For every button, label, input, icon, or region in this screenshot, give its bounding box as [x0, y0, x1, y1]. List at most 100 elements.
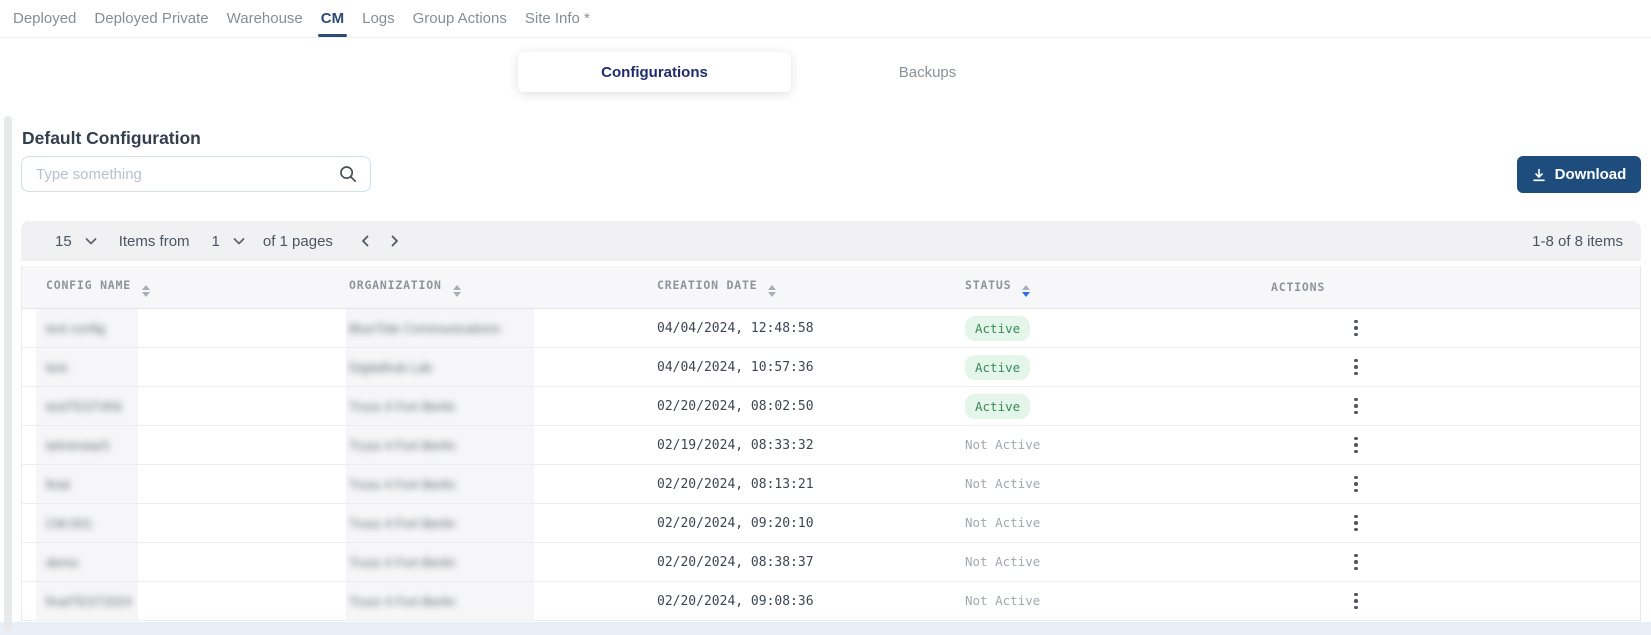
redacted-region: test config	[36, 309, 138, 347]
creation-date-cell: 02/20/2024, 09:20:10	[633, 503, 941, 543]
redacted-region: finalTEST2024	[36, 582, 138, 620]
page-size-dropdown[interactable]: 15	[55, 233, 97, 250]
status-badge: Not Active	[965, 515, 1041, 530]
configurations-table: CONFIG NAME ORGANIZATION CREATION DATE STAT…	[21, 266, 1641, 621]
redacted-region: Truss 4 Fort Berlin	[346, 426, 534, 464]
organization-text: Truss 4 Fort Berlin	[349, 593, 456, 609]
nav-item-deployed-private[interactable]: Deployed Private	[94, 1, 208, 37]
config-name-cell: CM-001	[22, 503, 325, 543]
row-actions-menu-button[interactable]	[1349, 354, 1363, 381]
config-name-cell: finalTEST2024	[22, 581, 325, 621]
prev-page-button[interactable]	[357, 231, 373, 251]
organization-cell: BlueTide Communications	[325, 308, 633, 348]
creation-date-cell: 02/20/2024, 08:13:21	[633, 464, 941, 504]
creation-date-cell: 04/04/2024, 10:57:36	[633, 347, 941, 387]
status-badge: Active	[965, 354, 1031, 380]
redacted-region: telminstar5	[36, 426, 138, 464]
search-icon[interactable]	[338, 164, 358, 184]
status-cell: Not Active	[941, 542, 1247, 582]
row-actions-menu-button[interactable]	[1349, 549, 1363, 576]
row-actions-menu-button[interactable]	[1349, 393, 1363, 420]
status-badge: Not Active	[965, 554, 1041, 569]
config-name-cell: telminstar5	[22, 425, 325, 465]
page-number-value: 1	[211, 232, 220, 250]
table-row: demo Truss 4 Fort Berlin 02/20/2024, 08:…	[22, 542, 1640, 582]
redacted-region: testTEST456	[36, 387, 138, 425]
config-name-text: testTEST456	[46, 398, 122, 414]
creation-date-cell: 04/04/2024, 12:48:58	[633, 308, 941, 348]
status-badge: Active	[965, 315, 1031, 341]
search-box	[21, 156, 371, 192]
config-name-text: CM-001	[46, 515, 93, 531]
redacted-region: demo	[36, 543, 138, 581]
table-row: CM-001 Truss 4 Fort Berlin 02/20/2024, 0…	[22, 503, 1640, 543]
column-label: ORGANIZATION	[349, 277, 442, 292]
actions-cell	[1247, 464, 1640, 504]
chevron-down-icon	[85, 237, 97, 245]
download-icon	[1532, 168, 1546, 182]
tab-backups[interactable]: Backups	[791, 52, 1064, 92]
next-page-button[interactable]	[387, 231, 403, 251]
organization-cell: Truss 4 Fort Berlin	[325, 464, 633, 504]
organization-text: BlueTide Communications	[349, 320, 501, 336]
tab-configurations[interactable]: Configurations	[518, 52, 791, 92]
column-header-config-name[interactable]: CONFIG NAME	[22, 266, 325, 309]
row-actions-menu-button[interactable]	[1349, 315, 1363, 342]
redacted-region: Truss 4 Fort Berlin	[346, 504, 534, 542]
organization-cell: Truss 4 Fort Berlin	[325, 425, 633, 465]
config-name-text: finalTEST2024	[46, 593, 132, 609]
creation-date-cell: 02/20/2024, 08:38:37	[633, 542, 941, 582]
redacted-region: Truss 4 Fort Berlin	[346, 543, 534, 581]
sub-tabs: Configurations Backups	[518, 52, 1064, 92]
column-label: STATUS	[965, 277, 1012, 292]
nav-item-deployed[interactable]: Deployed	[13, 1, 76, 37]
status-badge: Not Active	[965, 476, 1041, 491]
download-button[interactable]: Download	[1517, 156, 1641, 193]
config-name-cell: test	[22, 347, 325, 387]
row-actions-menu-button[interactable]	[1349, 471, 1363, 498]
row-actions-menu-button[interactable]	[1349, 510, 1363, 537]
actions-cell	[1247, 308, 1640, 348]
nav-item-logs[interactable]: Logs	[362, 1, 395, 37]
status-badge: Not Active	[965, 593, 1041, 608]
organization-text: Truss 4 Fort Berlin	[349, 476, 456, 492]
config-name-text: test config	[46, 320, 106, 336]
redacted-region: Truss 4 Fort Berlin	[346, 582, 534, 620]
organization-cell: Truss 4 Fort Berlin	[325, 386, 633, 426]
search-input[interactable]	[22, 165, 338, 183]
column-header-status[interactable]: STATUS	[941, 266, 1247, 309]
sort-icon	[1022, 284, 1031, 297]
table-row: telminstar5 Truss 4 Fort Berlin 02/19/20…	[22, 425, 1640, 465]
page-number-dropdown[interactable]: 1	[212, 233, 245, 250]
sort-icon	[768, 284, 777, 297]
redacted-region: Truss 4 Fort Berlin	[346, 387, 534, 425]
actions-cell	[1247, 581, 1640, 621]
redacted-region: CM-001	[36, 504, 138, 542]
status-cell: Not Active	[941, 503, 1247, 543]
organization-cell: Truss 4 Fort Berlin	[325, 503, 633, 543]
column-label: CREATION DATE	[657, 277, 758, 292]
table-row: final Truss 4 Fort Berlin 02/20/2024, 08…	[22, 464, 1640, 504]
nav-item-site-info[interactable]: Site Info *	[525, 1, 590, 37]
nav-item-warehouse[interactable]: Warehouse	[227, 1, 303, 37]
nav-item-group-actions[interactable]: Group Actions	[413, 1, 507, 37]
left-scrollbar[interactable]	[4, 116, 12, 632]
redacted-region: Digitalhub Lab	[346, 348, 534, 386]
download-label: Download	[1554, 166, 1627, 183]
redacted-region: test	[36, 348, 138, 386]
table-row: test Digitalhub Lab 04/04/2024, 10:57:36…	[22, 347, 1640, 387]
sort-icon	[452, 284, 461, 297]
column-header-organization[interactable]: ORGANIZATION	[325, 266, 633, 309]
config-name-cell: final	[22, 464, 325, 504]
table-header-row: CONFIG NAME ORGANIZATION CREATION DATE STAT…	[22, 266, 1640, 309]
row-actions-menu-button[interactable]	[1349, 588, 1363, 615]
status-cell: Not Active	[941, 425, 1247, 465]
column-header-creation-date[interactable]: CREATION DATE	[633, 266, 941, 309]
creation-date-cell: 02/20/2024, 08:02:50	[633, 386, 941, 426]
row-actions-menu-button[interactable]	[1349, 432, 1363, 459]
items-from-label: Items from	[118, 232, 190, 250]
page-title: Default Configuration	[22, 127, 201, 148]
creation-date-cell: 02/19/2024, 08:33:32	[633, 425, 941, 465]
nav-item-cm[interactable]: CM	[317, 1, 348, 37]
column-label: CONFIG NAME	[46, 277, 131, 292]
